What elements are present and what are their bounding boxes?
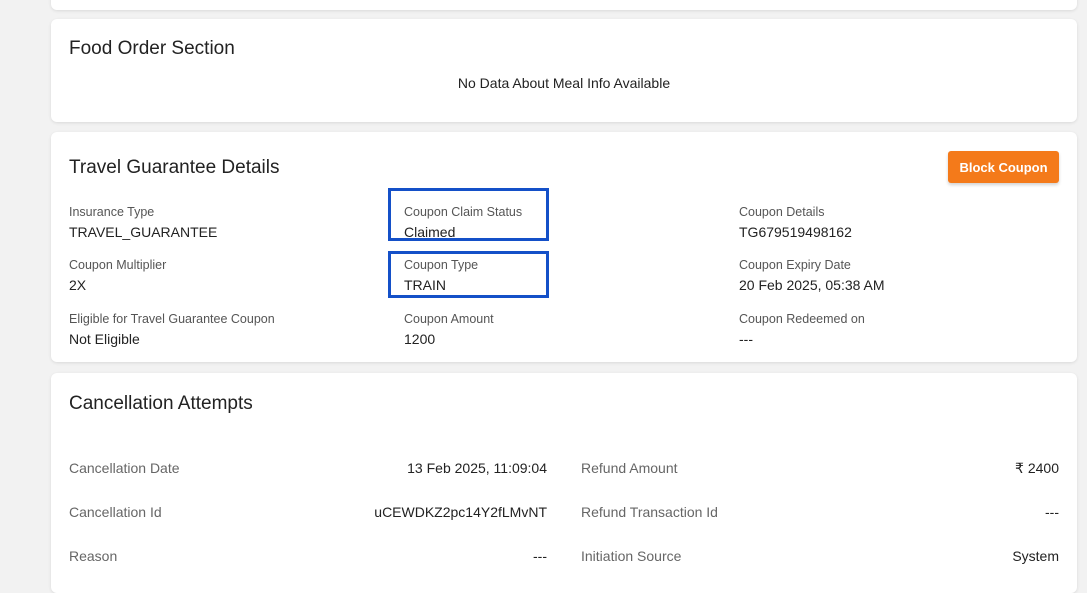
refund-amount-value: ₹ 2400 <box>1015 460 1059 476</box>
initiation-source-value: System <box>1012 548 1059 564</box>
initiation-source-label: Initiation Source <box>581 548 682 564</box>
field-value: Claimed <box>404 224 456 240</box>
field-label: Coupon Amount <box>404 312 494 326</box>
travel-guarantee-title: Travel Guarantee Details <box>69 157 280 178</box>
field-value: TG679519498162 <box>739 224 852 240</box>
eligible-tg-coupon-field: Eligible for Travel Guarantee Coupon Not… <box>69 311 275 348</box>
coupon-expiry-date-field: Coupon Expiry Date 20 Feb 2025, 05:38 AM <box>739 257 885 294</box>
field-value: TRAIN <box>404 277 446 293</box>
reason-label: Reason <box>69 548 118 564</box>
coupon-details-field: Coupon Details TG679519498162 <box>739 204 852 241</box>
field-label: Coupon Type <box>404 258 479 272</box>
coupon-multiplier-field: Coupon Multiplier 2X <box>69 257 166 294</box>
field-value: Not Eligible <box>69 331 140 347</box>
field-value: 1200 <box>404 331 436 347</box>
field-label: Eligible for Travel Guarantee Coupon <box>69 312 275 326</box>
food-section-title: Food Order Section <box>69 38 235 59</box>
coupon-type-field: Coupon Type TRAIN <box>404 257 478 294</box>
cancellation-id-value: uCEWDKZ2pc14Y2fLMvNT <box>374 504 547 520</box>
field-label: Coupon Redeemed on <box>739 312 865 326</box>
cancellation-date-label: Cancellation Date <box>69 460 180 476</box>
insurance-type-field: Insurance Type TRAVEL_GUARANTEE <box>69 204 217 241</box>
field-label: Coupon Expiry Date <box>739 258 851 272</box>
block-coupon-button[interactable]: Block Coupon <box>948 151 1059 183</box>
field-value: 2X <box>69 277 87 293</box>
field-label: Coupon Details <box>739 205 825 219</box>
field-value: 20 Feb 2025, 05:38 AM <box>739 277 885 293</box>
previous-section-card <box>51 0 1077 10</box>
travel-guarantee-section: Travel Guarantee Details Block Coupon In… <box>51 132 1077 362</box>
field-label: Coupon Multiplier <box>69 258 167 272</box>
refund-amount-label: Refund Amount <box>581 460 678 476</box>
field-label: Insurance Type <box>69 205 155 219</box>
cancellation-attempts-title: Cancellation Attempts <box>69 393 253 414</box>
coupon-amount-field: Coupon Amount 1200 <box>404 311 494 348</box>
field-value: --- <box>739 331 753 347</box>
reason-value: --- <box>533 548 547 564</box>
food-empty-message: No Data About Meal Info Available <box>457 75 671 91</box>
refund-transaction-id-value: --- <box>1045 504 1059 520</box>
food-order-section: Food Order Section No Data About Meal In… <box>51 19 1077 122</box>
field-label: Coupon Claim Status <box>404 205 523 219</box>
refund-transaction-id-label: Refund Transaction Id <box>581 504 718 520</box>
cancellation-attempts-section: Cancellation Attempts Cancellation Date … <box>51 373 1077 593</box>
field-value: TRAVEL_GUARANTEE <box>69 224 218 240</box>
cancellation-date-value: 13 Feb 2025, 11:09:04 <box>407 460 547 476</box>
cancellation-id-label: Cancellation Id <box>69 504 162 520</box>
coupon-redeemed-on-field: Coupon Redeemed on --- <box>739 311 865 348</box>
coupon-claim-status-field: Coupon Claim Status Claimed <box>404 204 522 241</box>
